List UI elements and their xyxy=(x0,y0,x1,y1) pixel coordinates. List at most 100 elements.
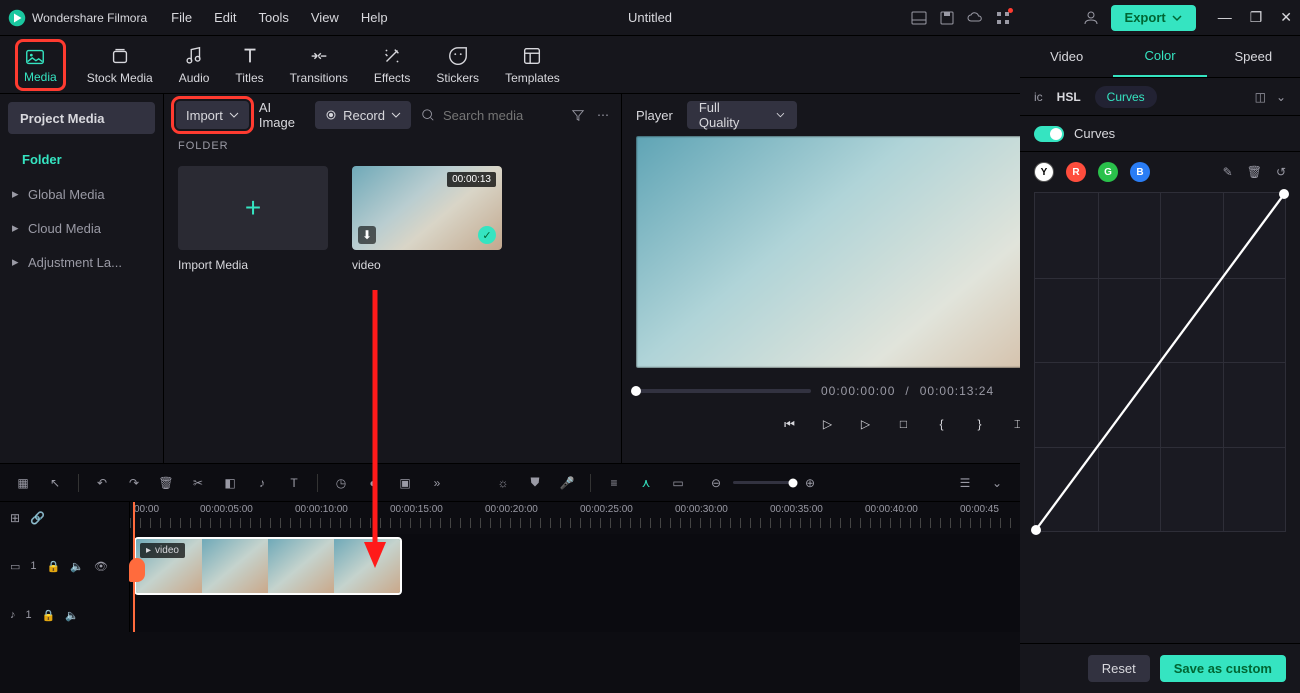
minimize-button[interactable]: — xyxy=(1218,9,1232,26)
filter-icon[interactable] xyxy=(571,108,585,122)
menu-edit[interactable]: Edit xyxy=(214,10,236,25)
tab-color[interactable]: Color xyxy=(1113,36,1206,77)
tl-color-icon[interactable]: ◐ xyxy=(364,474,382,492)
track-lock-icon[interactable]: 🔒 xyxy=(42,609,56,622)
track-mute-icon[interactable]: 🔈 xyxy=(65,609,79,622)
tl-pointer-icon[interactable]: ↖ xyxy=(46,474,64,492)
apps-icon[interactable] xyxy=(995,10,1011,26)
tl-light-icon[interactable]: ☼ xyxy=(494,474,512,492)
search-media[interactable] xyxy=(421,107,561,124)
subtab-curves[interactable]: Curves xyxy=(1095,86,1157,108)
sidebar-item-cloud-media[interactable]: ▸ Cloud Media xyxy=(0,211,163,245)
menu-help[interactable]: Help xyxy=(361,10,388,25)
maximize-button[interactable]: ❐ xyxy=(1250,9,1263,26)
play-pause-icon[interactable]: ▷ xyxy=(819,415,837,433)
curves-toggle[interactable] xyxy=(1034,126,1064,142)
cloud-icon[interactable] xyxy=(967,10,983,26)
timeline-clip-video[interactable]: ▸ video xyxy=(134,537,402,595)
curve-point-low[interactable] xyxy=(1031,525,1041,535)
step-back-icon[interactable]: ⏮ xyxy=(781,415,799,433)
playhead-handle[interactable] xyxy=(129,558,145,582)
tl-grid-icon[interactable]: ▦ xyxy=(14,474,32,492)
tl-mic-icon[interactable]: 🎤 xyxy=(558,474,576,492)
timeline-ruler[interactable]: 00:00 00:00:05:00 00:00:10:00 00:00:15:0… xyxy=(130,502,1020,534)
eyedropper-icon[interactable]: ✎ xyxy=(1223,165,1233,179)
track-mute-icon[interactable]: 🔈 xyxy=(70,560,84,573)
undo-icon[interactable]: ↺ xyxy=(1276,165,1286,179)
tl-mixer-icon[interactable]: ≡ xyxy=(605,474,623,492)
zoom-handle[interactable] xyxy=(789,478,798,487)
import-media-tile[interactable]: + xyxy=(178,166,328,250)
audio-track-lane[interactable] xyxy=(130,598,1020,632)
tl-link-icon[interactable]: 🔗 xyxy=(30,511,45,525)
sidebar-item-global-media[interactable]: ▸ Global Media xyxy=(0,177,163,211)
reset-button[interactable]: Reset xyxy=(1088,655,1150,682)
record-button[interactable]: Record xyxy=(315,101,411,129)
mark-in-icon[interactable]: { xyxy=(933,415,951,433)
menu-view[interactable]: View xyxy=(311,10,339,25)
save-icon[interactable] xyxy=(939,10,955,26)
tooltab-media[interactable]: Media xyxy=(20,44,61,86)
tl-text-icon[interactable]: T xyxy=(285,474,303,492)
channel-red[interactable]: R xyxy=(1066,162,1086,182)
zoom-out-icon[interactable]: ⊖ xyxy=(707,474,725,492)
video-track-lane[interactable]: ▸ video xyxy=(130,534,1020,598)
tl-undo-icon[interactable]: ↶ xyxy=(93,474,111,492)
step-fwd-icon[interactable]: ▷ xyxy=(857,415,875,433)
subtab-hsl[interactable]: HSL xyxy=(1057,90,1081,104)
zoom-slider[interactable] xyxy=(733,481,793,484)
export-button[interactable]: Export xyxy=(1111,5,1196,31)
subtab-ic[interactable]: ic xyxy=(1034,90,1043,104)
stop-icon[interactable]: □ xyxy=(895,415,913,433)
sidebar-folder[interactable]: Folder xyxy=(0,142,163,177)
tl-cut-icon[interactable]: ✂ xyxy=(189,474,207,492)
close-button[interactable]: ✕ xyxy=(1280,9,1292,26)
channel-green[interactable]: G xyxy=(1098,162,1118,182)
tooltab-audio[interactable]: Audio xyxy=(179,45,210,85)
tl-more-icon[interactable]: » xyxy=(428,474,446,492)
tl-delete-icon[interactable]: 🗑 xyxy=(157,474,175,492)
chevron-down-icon[interactable]: ⌄ xyxy=(1276,90,1286,104)
zoom-in-icon[interactable]: ⊕ xyxy=(801,474,819,492)
track-eye-icon[interactable]: 👁 xyxy=(94,560,108,573)
tooltab-transitions[interactable]: Transitions xyxy=(290,45,348,85)
tl-redo-icon[interactable]: ↷ xyxy=(125,474,143,492)
playhead-line[interactable] xyxy=(133,598,135,632)
tl-mask-icon[interactable]: ▣ xyxy=(396,474,414,492)
trash-icon[interactable]: 🗑 xyxy=(1247,165,1262,179)
mark-out-icon[interactable]: } xyxy=(971,415,989,433)
tab-speed[interactable]: Speed xyxy=(1207,36,1300,77)
import-button[interactable]: Import xyxy=(176,101,249,129)
playhead-line[interactable] xyxy=(133,502,135,534)
search-input[interactable] xyxy=(441,107,561,124)
ai-image-button[interactable]: AI Image xyxy=(259,100,305,130)
menu-file[interactable]: File xyxy=(171,10,192,25)
tl-list-icon[interactable]: ☰ xyxy=(956,474,974,492)
channel-luma[interactable]: Y xyxy=(1034,162,1054,182)
tooltab-templates[interactable]: Templates xyxy=(505,45,560,85)
tl-chevron-icon[interactable]: ⌄ xyxy=(988,474,1006,492)
scrub-handle[interactable] xyxy=(631,386,641,396)
tooltab-stock[interactable]: Stock Media xyxy=(87,45,153,85)
tl-speed-icon[interactable]: ◷ xyxy=(332,474,350,492)
menu-tools[interactable]: Tools xyxy=(259,10,289,25)
compare-icon[interactable]: ◫ xyxy=(1255,90,1266,104)
layout-icon[interactable] xyxy=(911,10,927,26)
curve-point-high[interactable] xyxy=(1279,189,1289,199)
curves-canvas[interactable] xyxy=(1034,192,1286,532)
tl-track-add-icon[interactable]: ⊞ xyxy=(10,511,20,525)
save-custom-button[interactable]: Save as custom xyxy=(1160,655,1286,682)
more-icon[interactable]: ⋯ xyxy=(597,108,609,122)
scrub-track[interactable] xyxy=(636,389,811,393)
tl-shield-icon[interactable]: ⛊ xyxy=(526,474,544,492)
tab-video[interactable]: Video xyxy=(1020,36,1113,77)
track-lock-icon[interactable]: 🔒 xyxy=(47,560,61,573)
quality-select[interactable]: Full Quality xyxy=(687,101,797,129)
tl-magnet-icon[interactable]: ⋏ xyxy=(637,474,655,492)
tl-marker-icon[interactable]: ▭ xyxy=(669,474,687,492)
tooltab-titles[interactable]: Titles xyxy=(235,45,263,85)
media-clip-video[interactable]: 00:00:13 ⬇ ✓ xyxy=(352,166,502,250)
tl-crop-icon[interactable]: ◧ xyxy=(221,474,239,492)
tooltab-effects[interactable]: Effects xyxy=(374,45,410,85)
channel-blue[interactable]: B xyxy=(1130,162,1150,182)
